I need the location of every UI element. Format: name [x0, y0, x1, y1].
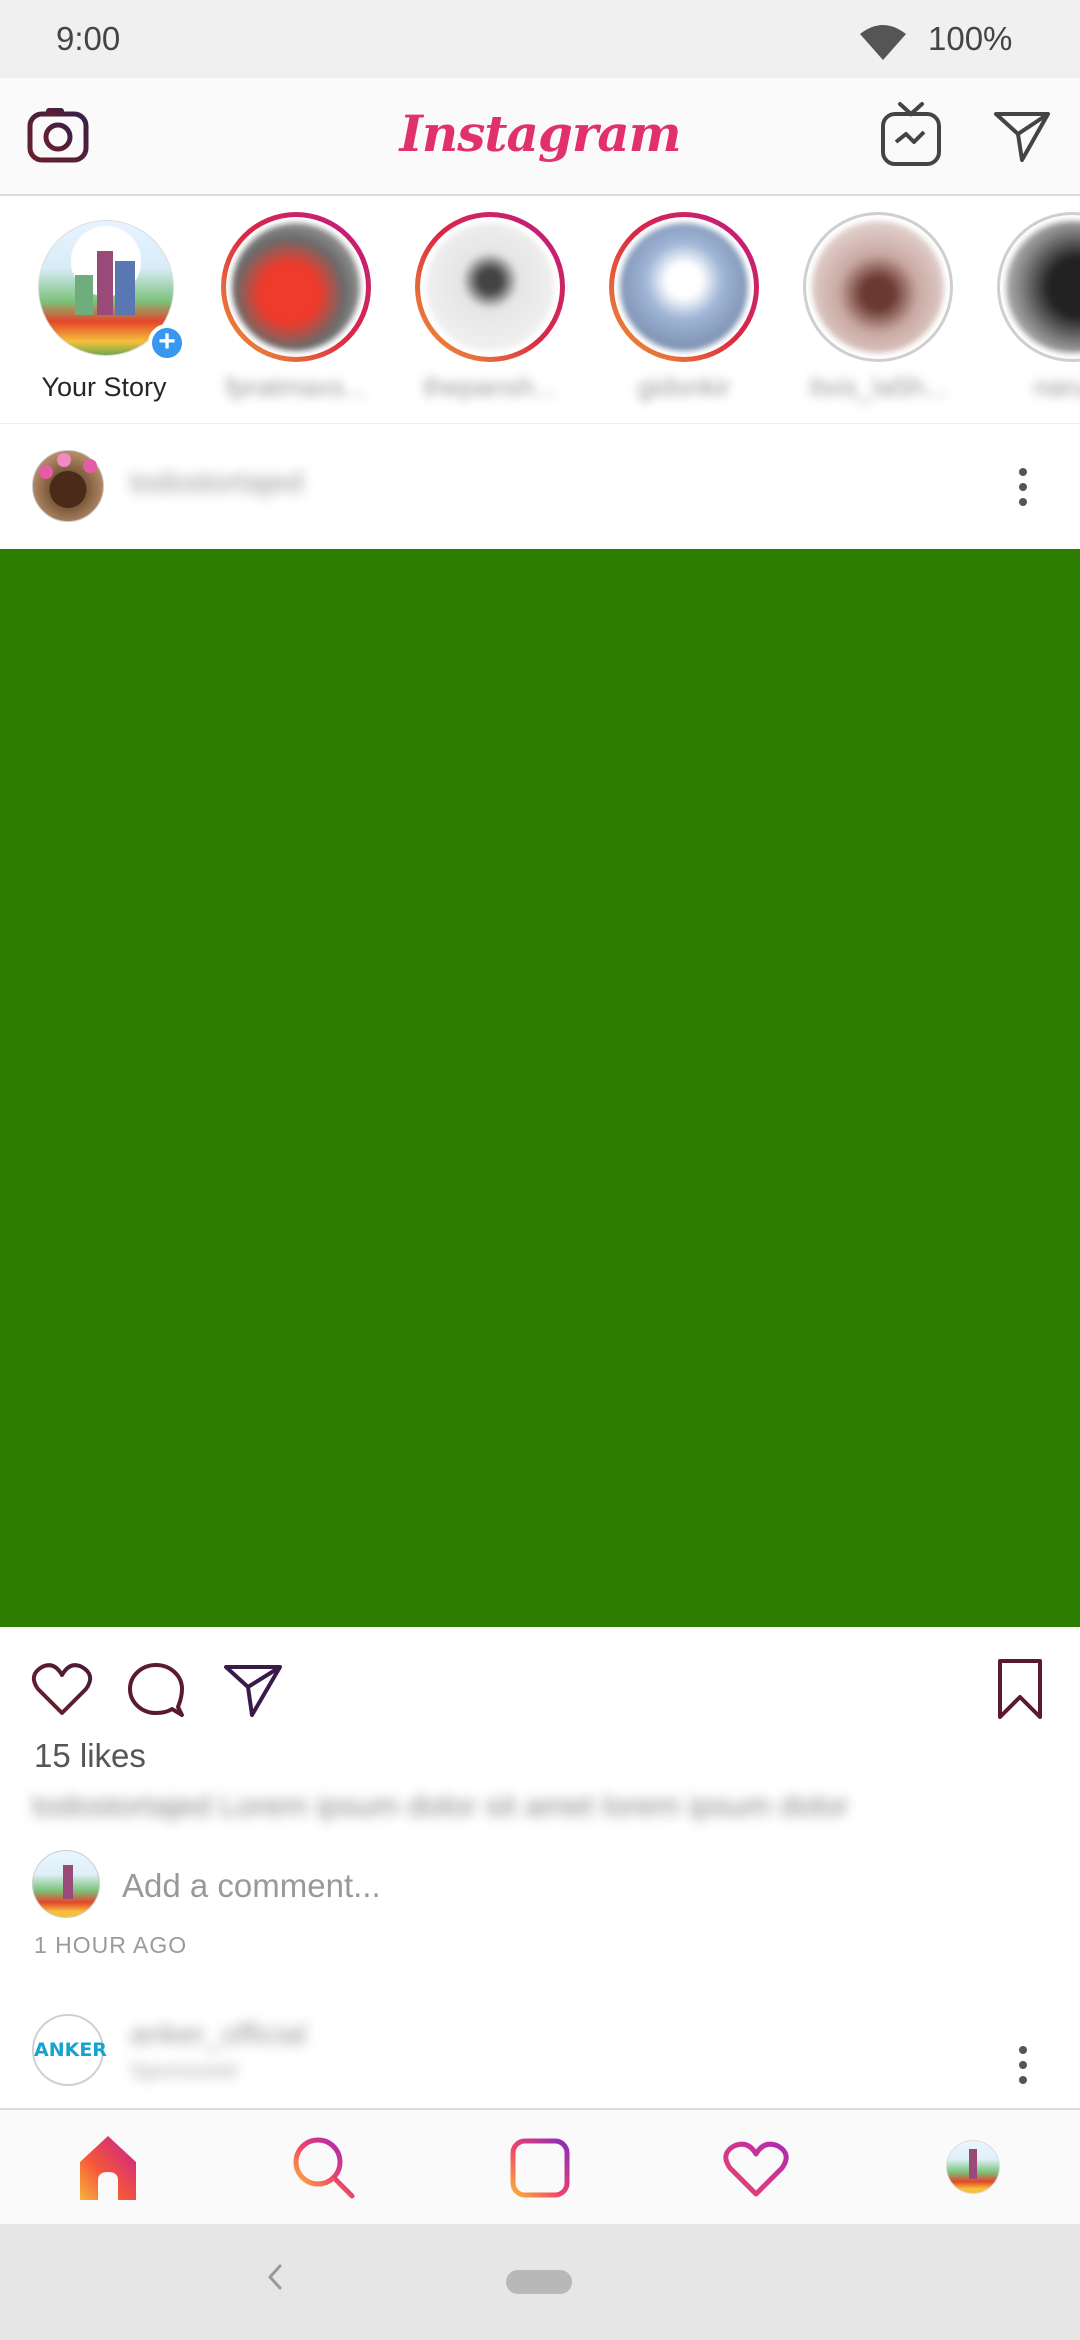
add-comment-input[interactable]	[122, 1864, 722, 1908]
home-icon[interactable]	[72, 2132, 144, 2204]
commenter-avatar	[32, 1850, 100, 1918]
battery-level: 100%	[928, 20, 1013, 57]
story-label: Itxis_Ia5h...	[808, 372, 948, 402]
post-header: todostortajed	[0, 424, 1080, 549]
home-pill-button[interactable]	[506, 2270, 572, 2294]
story-item[interactable]: Itxis_Ia5h...	[792, 212, 962, 412]
post-options-icon[interactable]	[1018, 468, 1028, 508]
story-label: thepansh...	[423, 372, 557, 402]
stories-tray: + Your Story fpratmaxs... thepansh... gi…	[0, 198, 1080, 424]
story-your-story[interactable]: + Your Story	[16, 212, 186, 412]
bookmark-save-icon[interactable]	[988, 1657, 1052, 1721]
camera-icon[interactable]	[26, 104, 90, 168]
story-item[interactable]: naruto	[986, 212, 1080, 412]
next-post-header: ANKER anker_official Sponsored	[0, 2000, 1080, 2110]
add-story-plus-icon[interactable]: +	[148, 324, 186, 362]
story-label: gidsnkir	[637, 372, 731, 402]
post-image[interactable]	[0, 549, 1080, 1627]
comment-bubble-icon[interactable]	[124, 1657, 188, 1721]
add-comment-row	[0, 1846, 1080, 1926]
next-post-options-icon[interactable]	[1018, 2046, 1028, 2086]
post-author-avatar[interactable]	[32, 450, 104, 522]
bottom-tab-bar	[0, 2108, 1080, 2224]
story-label: naruto	[1033, 372, 1080, 402]
activity-heart-icon[interactable]	[720, 2132, 792, 2204]
story-item[interactable]: fpratmaxs...	[210, 212, 380, 412]
post-author-username[interactable]: todostortajed	[130, 466, 303, 500]
search-icon[interactable]	[288, 2132, 360, 2204]
post-timestamp: 1 HOUR AGO	[34, 1932, 188, 1958]
story-item[interactable]: gidsnkir	[598, 212, 768, 412]
top-app-bar: Instagram	[0, 78, 1080, 196]
new-post-icon[interactable]	[504, 2132, 576, 2204]
story-item[interactable]: thepansh...	[404, 212, 574, 412]
next-post-username[interactable]: anker_official	[130, 2018, 306, 2052]
post-actions	[0, 1627, 1080, 1737]
story-label: fpratmaxs...	[225, 372, 367, 402]
next-post-subtitle: Sponsored	[130, 2058, 237, 2083]
instagram-logo: Instagram	[399, 104, 682, 163]
igtv-icon[interactable]	[878, 100, 944, 170]
share-send-icon[interactable]	[220, 1657, 284, 1721]
post-caption: todostortajed Lorem ipsum dolor sit amet…	[32, 1788, 849, 1823]
status-time: 9:00	[56, 20, 121, 57]
profile-avatar-tab[interactable]	[946, 2140, 1000, 2194]
likes-count[interactable]: 15 likes	[34, 1737, 146, 1775]
direct-message-icon[interactable]	[992, 108, 1052, 164]
system-navigation-bar	[0, 2224, 1080, 2340]
status-bar: 9:00 100%	[0, 0, 1080, 78]
next-post-author-avatar[interactable]: ANKER	[32, 2014, 107, 2086]
story-label: Your Story	[41, 372, 167, 402]
wifi-icon	[860, 25, 906, 60]
like-heart-icon[interactable]	[30, 1657, 94, 1721]
back-chevron-icon[interactable]	[260, 2252, 290, 2302]
